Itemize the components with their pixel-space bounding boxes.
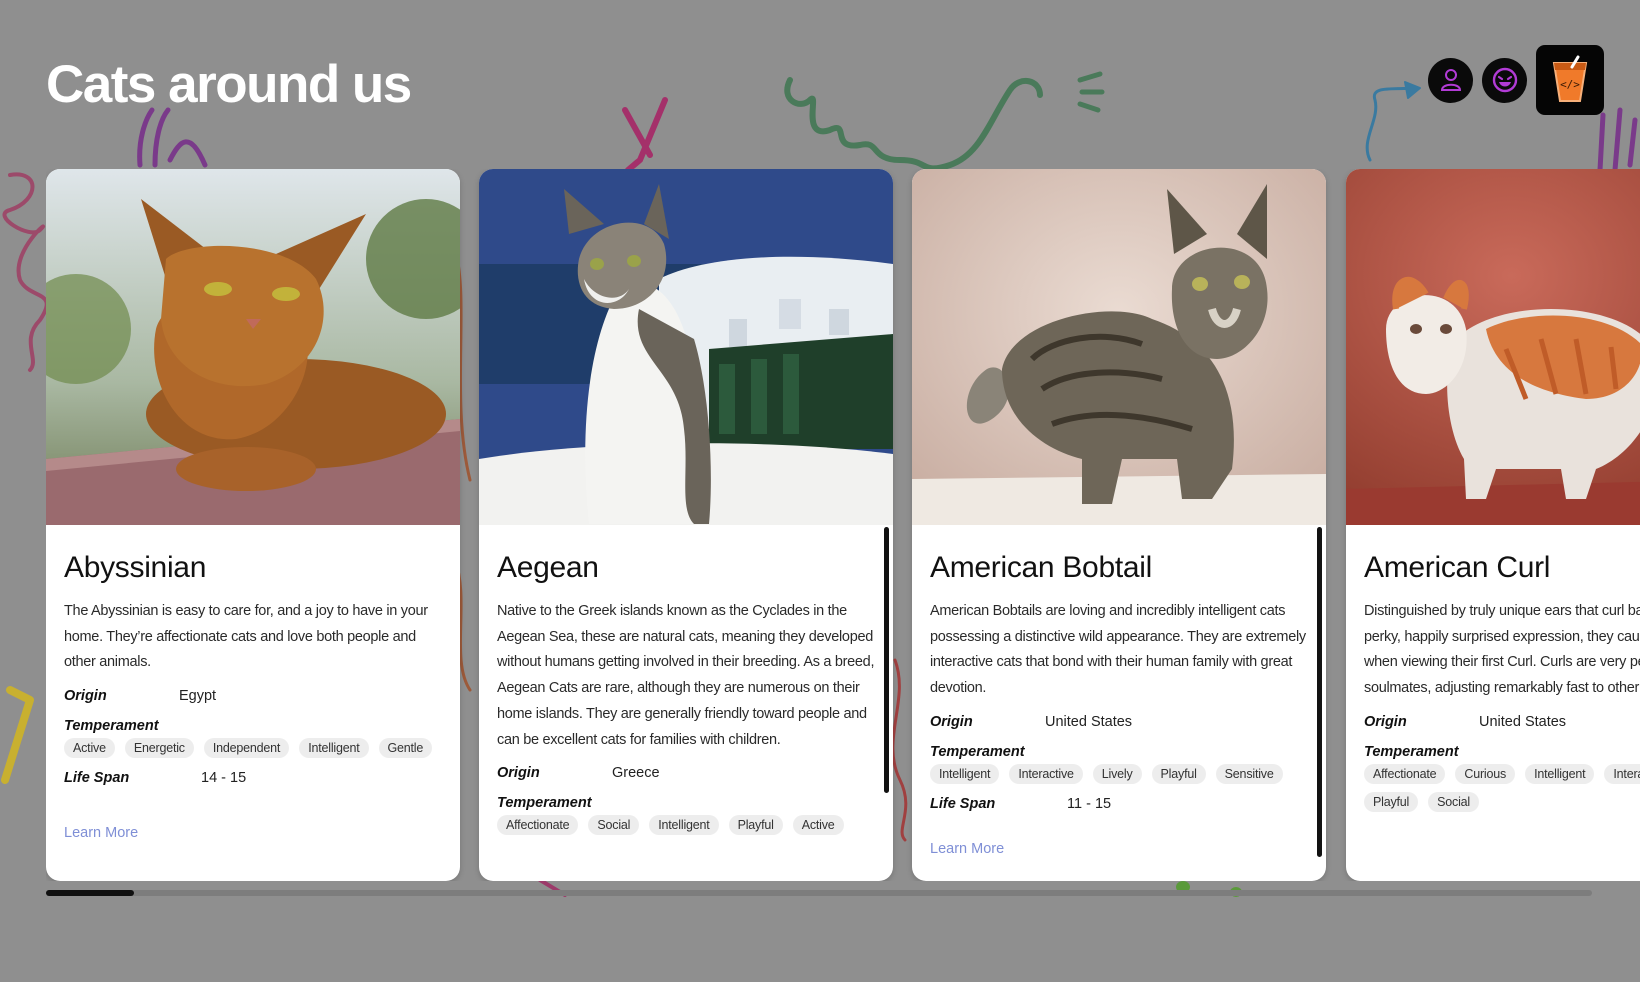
card-body: American Curl Distinguished by truly uni… [1346, 525, 1640, 881]
lifespan-value: 11 - 15 [1067, 795, 1112, 812]
origin-row: Origin Greece [497, 765, 875, 781]
cat-description: American Bobtails are loving and incredi… [930, 603, 1306, 697]
mood-button[interactable] [1482, 57, 1527, 103]
card-body: American Bobtail American Bobtails are l… [912, 525, 1326, 881]
origin-row: Origin Egypt [64, 688, 442, 704]
cat-photo [912, 169, 1326, 525]
cat-card-american-bobtail[interactable]: American Bobtail American Bobtails are l… [912, 169, 1326, 881]
learn-more-link[interactable]: Learn More [64, 825, 138, 841]
lifespan-row: Life Span 14 - 15 [64, 770, 442, 786]
temperament-chip: Gentle [378, 738, 433, 759]
cat-carousel[interactable]: Abyssinian The Abyssinian is easy to car… [46, 169, 1640, 881]
temperament-chip: Lively [1092, 763, 1142, 784]
temperament-chips: Affectionate Curious Intelligent Interac… [1364, 763, 1640, 812]
carousel-scroll-track[interactable] [46, 890, 1592, 896]
origin-label: Origin [930, 713, 973, 730]
temperament-chip: Affectionate [1364, 763, 1446, 784]
temperament-chip: Social [1428, 791, 1479, 812]
card-scrollbar[interactable] [884, 527, 889, 793]
origin-value: United States [1479, 713, 1567, 730]
cat-name: Aegean [497, 551, 599, 584]
header-actions: </> [1428, 45, 1604, 115]
temperament-chip: Playful [1364, 791, 1419, 812]
temperament-chip: Active [792, 815, 844, 836]
temperament-chip: Independent [203, 738, 290, 759]
cat-card-abyssinian[interactable]: Abyssinian The Abyssinian is easy to car… [46, 169, 460, 881]
temperament-chip: Intelligent [649, 815, 719, 836]
temperament-chip: Intelligent [930, 763, 1000, 784]
temperament-chip: Affectionate [497, 815, 579, 836]
origin-value: United States [1045, 713, 1133, 730]
cat-description: Distinguished by truly unique ears that … [1364, 603, 1640, 697]
origin-value: Greece [612, 765, 660, 782]
cat-name: Abyssinian [64, 551, 207, 584]
cat-name: American Curl [1364, 551, 1551, 584]
code-drink-cup-icon: </> [1552, 55, 1588, 102]
temperament-chip: Sensitive [1215, 763, 1283, 784]
cat-description: The Abyssinian is easy to care for, and … [64, 603, 428, 671]
smiley-icon [1492, 67, 1517, 93]
cat-card-american-curl[interactable]: American Curl Distinguished by truly uni… [1346, 169, 1640, 881]
origin-label: Origin [64, 688, 107, 705]
svg-text:</>: </> [1560, 78, 1580, 91]
origin-row: Origin United States [930, 714, 1308, 730]
cat-card-aegean[interactable]: Aegean Native to the Greek islands known… [479, 169, 893, 881]
temperament-chip: Energetic [124, 738, 194, 759]
temperament-chips: Affectionate Social Intelligent Playful … [497, 815, 875, 836]
card-body: Abyssinian The Abyssinian is easy to car… [46, 525, 460, 881]
cat-description: Native to the Greek islands known as the… [497, 603, 875, 748]
learn-more-link[interactable]: Learn More [930, 841, 1004, 857]
page-title: Cats around us [46, 55, 412, 114]
profile-button[interactable] [1428, 57, 1473, 103]
temperament-label: Temperament [1364, 743, 1459, 760]
temperament-chip: Playful [728, 815, 783, 836]
temperament-chip: Playful [1151, 763, 1206, 784]
code-cup-button[interactable]: </> [1536, 45, 1604, 115]
temperament-chips: Intelligent Interactive Lively Playful S… [930, 763, 1308, 784]
user-icon [1440, 69, 1461, 91]
cat-photo [1346, 169, 1640, 525]
temperament-label: Temperament [497, 795, 592, 812]
cat-name: American Bobtail [930, 551, 1152, 584]
temperament-chip: Social [588, 815, 640, 836]
card-scrollbar[interactable] [1317, 527, 1322, 857]
temperament-chip: Curious [1455, 763, 1516, 784]
lifespan-label: Life Span [930, 795, 996, 812]
temperament-chip: Intelligent [299, 738, 369, 759]
temperament-chip: Interactive [1604, 763, 1640, 784]
origin-label: Origin [497, 765, 540, 782]
lifespan-row: Life Span 11 - 15 [930, 796, 1308, 812]
origin-row: Origin United States [1364, 714, 1640, 730]
carousel-scroll-thumb[interactable] [46, 890, 134, 896]
cat-photo [479, 169, 893, 525]
temperament-chip: Intelligent [1525, 763, 1595, 784]
lifespan-label: Life Span [64, 770, 130, 787]
origin-value: Egypt [179, 688, 217, 705]
origin-label: Origin [1364, 713, 1407, 730]
temperament-chip: Interactive [1009, 763, 1083, 784]
lifespan-value: 14 - 15 [201, 770, 247, 787]
temperament-chips: Active Energetic Independent Intelligent… [64, 738, 442, 759]
cat-photo [46, 169, 460, 525]
temperament-label: Temperament [930, 743, 1025, 760]
temperament-label: Temperament [64, 718, 159, 735]
temperament-chip: Active [64, 738, 115, 759]
card-body: Aegean Native to the Greek islands known… [479, 525, 893, 881]
